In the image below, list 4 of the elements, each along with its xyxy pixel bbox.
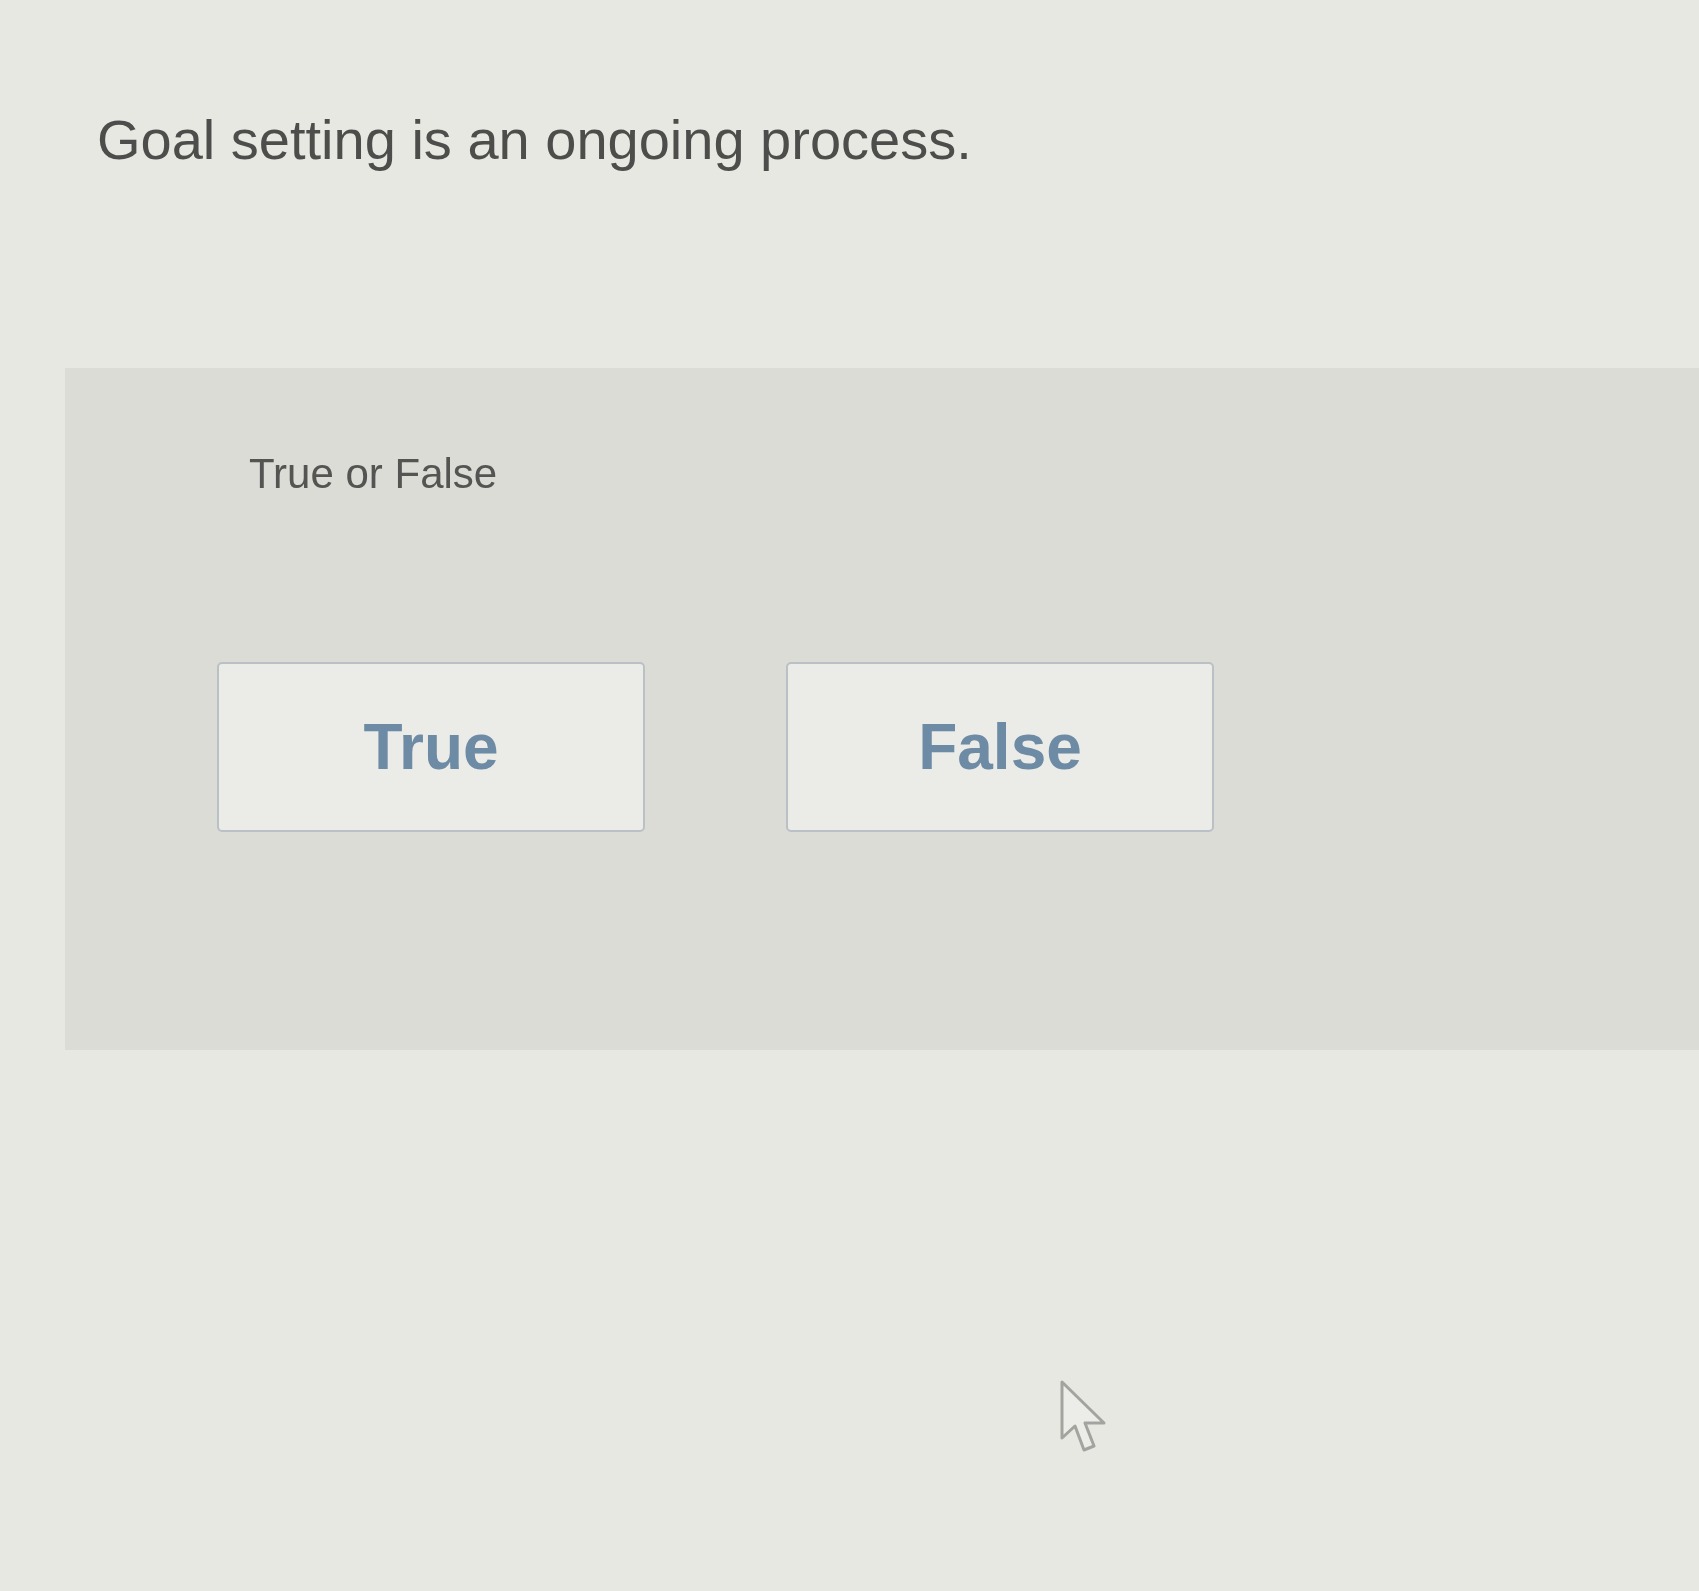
- answer-button[interactable]: True: [217, 662, 645, 832]
- prompt-text: True or False: [249, 449, 498, 499]
- question-text: Goal setting is an ongoing process.: [97, 107, 972, 173]
- answer-button[interactable]: False: [786, 662, 1214, 832]
